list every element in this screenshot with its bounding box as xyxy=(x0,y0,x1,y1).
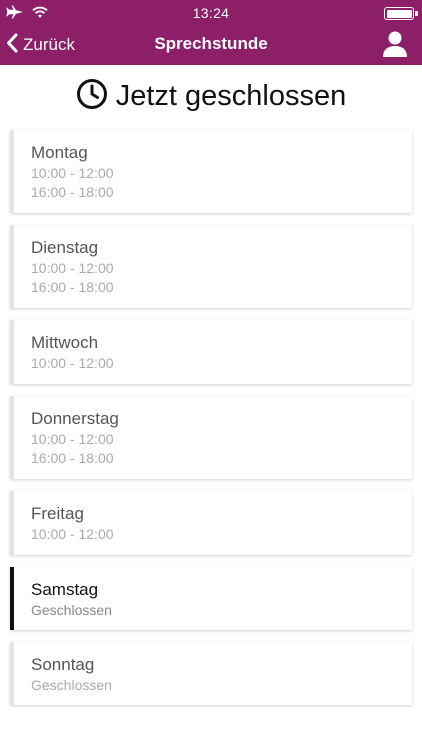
day-card-freitag[interactable]: Freitag 10:00 - 12:00 xyxy=(10,491,412,555)
status-bar: 13:24 xyxy=(0,0,422,26)
day-time: Geschlossen xyxy=(31,677,112,693)
day-card-montag[interactable]: Montag 10:00 - 12:00 16:00 - 18:00 xyxy=(10,130,412,213)
day-name: Sonntag xyxy=(31,655,95,674)
day-card-mittwoch[interactable]: Mittwoch 10:00 - 12:00 xyxy=(10,320,412,384)
day-card-donnerstag[interactable]: Donnerstag 10:00 - 12:00 16:00 - 18:00 xyxy=(10,396,412,479)
day-time: 10:00 - 12:00 xyxy=(31,431,114,447)
status-time: 13:24 xyxy=(192,5,230,21)
day-time: 16:00 - 18:00 xyxy=(31,450,114,466)
nav-bar: Zurück Sprechstunde xyxy=(0,26,422,65)
clock-icon xyxy=(76,78,108,115)
opening-hours-list: Montag 10:00 - 12:00 16:00 - 18:00 Diens… xyxy=(10,130,412,717)
day-name: Dienstag xyxy=(31,238,99,257)
day-time: 16:00 - 18:00 xyxy=(31,184,114,200)
day-name: Montag xyxy=(31,143,88,162)
page-title: Jetzt geschlossen xyxy=(115,79,347,112)
day-time: 10:00 - 12:00 xyxy=(31,260,114,276)
day-name: Samstag xyxy=(31,580,99,599)
day-card-sonntag[interactable]: Sonntag Geschlossen xyxy=(10,642,412,705)
app-header: 13:24 Zurück Sprechstunde xyxy=(0,0,422,65)
day-time: 16:00 - 18:00 xyxy=(31,279,114,295)
day-card-dienstag[interactable]: Dienstag 10:00 - 12:00 16:00 - 18:00 xyxy=(10,225,412,308)
day-time: 10:00 - 12:00 xyxy=(31,165,114,181)
day-time: 10:00 - 12:00 xyxy=(31,526,114,542)
day-name: Freitag xyxy=(31,504,84,523)
day-time: 10:00 - 12:00 xyxy=(31,355,114,371)
user-button[interactable] xyxy=(380,29,410,59)
battery-icon xyxy=(384,7,418,20)
page-title-row: Jetzt geschlossen xyxy=(0,76,422,116)
day-name: Mittwoch xyxy=(31,333,99,352)
day-card-samstag[interactable]: Samstag Geschlossen xyxy=(10,567,412,630)
day-time: Geschlossen xyxy=(31,602,112,618)
nav-title: Sprechstunde xyxy=(154,34,268,53)
user-icon xyxy=(380,31,410,63)
day-name: Donnerstag xyxy=(31,409,119,428)
